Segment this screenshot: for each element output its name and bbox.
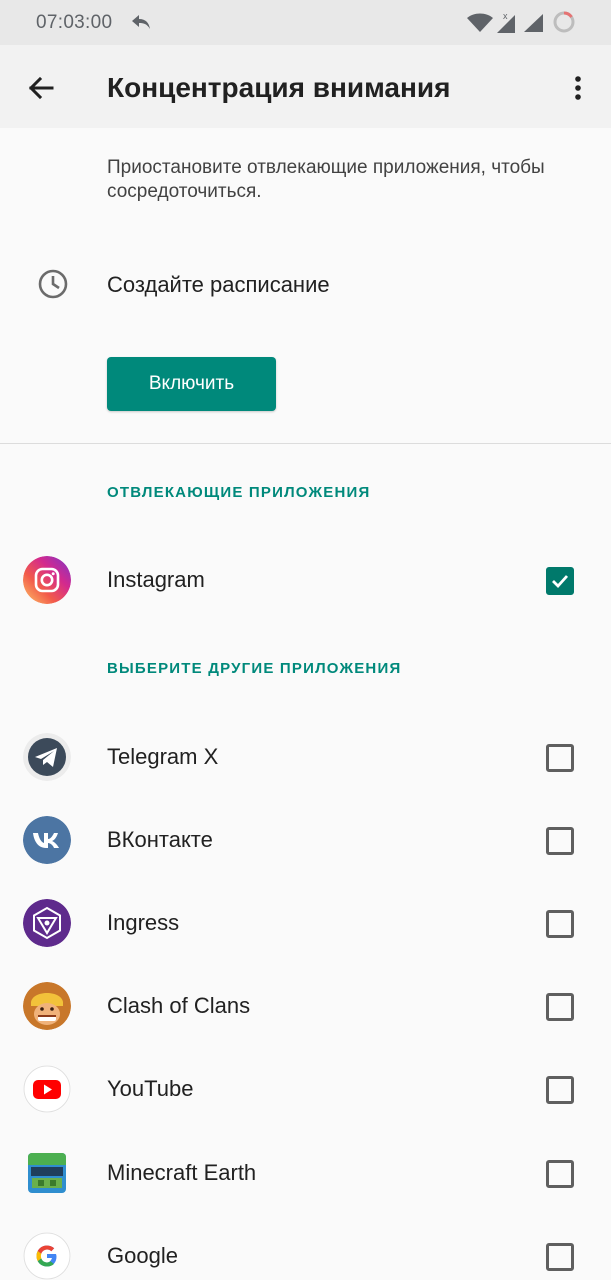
app-checkbox[interactable] [546, 744, 574, 772]
app-label: Telegram X [107, 744, 219, 769]
app-label: Ingress [107, 910, 180, 935]
app-checkbox[interactable] [546, 1243, 574, 1271]
reply-icon [132, 15, 150, 29]
telegram-x-icon [23, 733, 71, 781]
divider [0, 443, 611, 444]
svg-text:x: x [503, 11, 508, 21]
app-checkbox[interactable] [546, 1160, 574, 1188]
app-label: YouTube [107, 1076, 194, 1101]
ingress-icon [23, 899, 71, 947]
create-schedule-label: Создайте расписание [107, 272, 330, 297]
app-label: Google [107, 1243, 178, 1268]
app-checkbox[interactable] [546, 827, 574, 855]
google-icon [23, 1232, 71, 1280]
minecraft-earth-icon [28, 1153, 66, 1193]
battery-icon [553, 11, 575, 33]
app-row-clash-of-clans[interactable]: Clash of Clans [0, 966, 611, 1046]
signal-icon [524, 14, 543, 32]
app-row-youtube[interactable]: YouTube [0, 1049, 611, 1129]
instagram-icon [23, 556, 71, 604]
app-row-ingress[interactable]: Ingress [0, 883, 611, 963]
app-label: Minecraft Earth [107, 1160, 257, 1185]
status-bar: 07:03:00 x [0, 0, 611, 45]
app-label: Clash of Clans [107, 993, 251, 1018]
enable-button[interactable]: Включить [107, 357, 276, 411]
check-icon [552, 575, 569, 589]
status-time: 07:03:00 [36, 12, 113, 33]
other-apps-header: ВЫБЕРИТЕ ДРУГИЕ ПРИЛОЖЕНИЯ [107, 660, 402, 677]
app-checkbox-checked[interactable] [546, 567, 574, 595]
app-row-instagram[interactable]: Instagram [0, 540, 611, 620]
vk-icon [23, 816, 71, 864]
app-row-google[interactable]: Google [0, 1216, 611, 1280]
app-row-vk[interactable]: ВКонтакте [0, 800, 611, 880]
app-row-telegram-x[interactable]: Telegram X [0, 717, 611, 797]
create-schedule-row[interactable]: Создайте расписание [0, 248, 611, 320]
app-label: Instagram [107, 567, 205, 592]
page-title: Концентрация внимания [107, 72, 451, 103]
app-row-minecraft-earth[interactable]: Minecraft Earth [0, 1133, 611, 1213]
distracting-apps-header: ОТВЛЕКАЮЩИЕ ПРИЛОЖЕНИЯ [107, 484, 371, 501]
app-checkbox[interactable] [546, 1076, 574, 1104]
youtube-icon [23, 1065, 71, 1113]
description-text: Приостановите отвлекающие приложения, чт… [107, 157, 545, 202]
app-bar: Концентрация внимания [0, 45, 611, 128]
signal-x-icon: x [497, 11, 515, 33]
back-arrow-icon[interactable] [26, 73, 56, 103]
clock-icon [38, 269, 68, 299]
wifi-icon [467, 13, 493, 32]
app-checkbox[interactable] [546, 993, 574, 1021]
app-checkbox[interactable] [546, 910, 574, 938]
more-vert-icon[interactable] [566, 73, 590, 103]
clash-of-clans-icon [23, 982, 71, 1030]
app-label: ВКонтакте [107, 827, 213, 852]
